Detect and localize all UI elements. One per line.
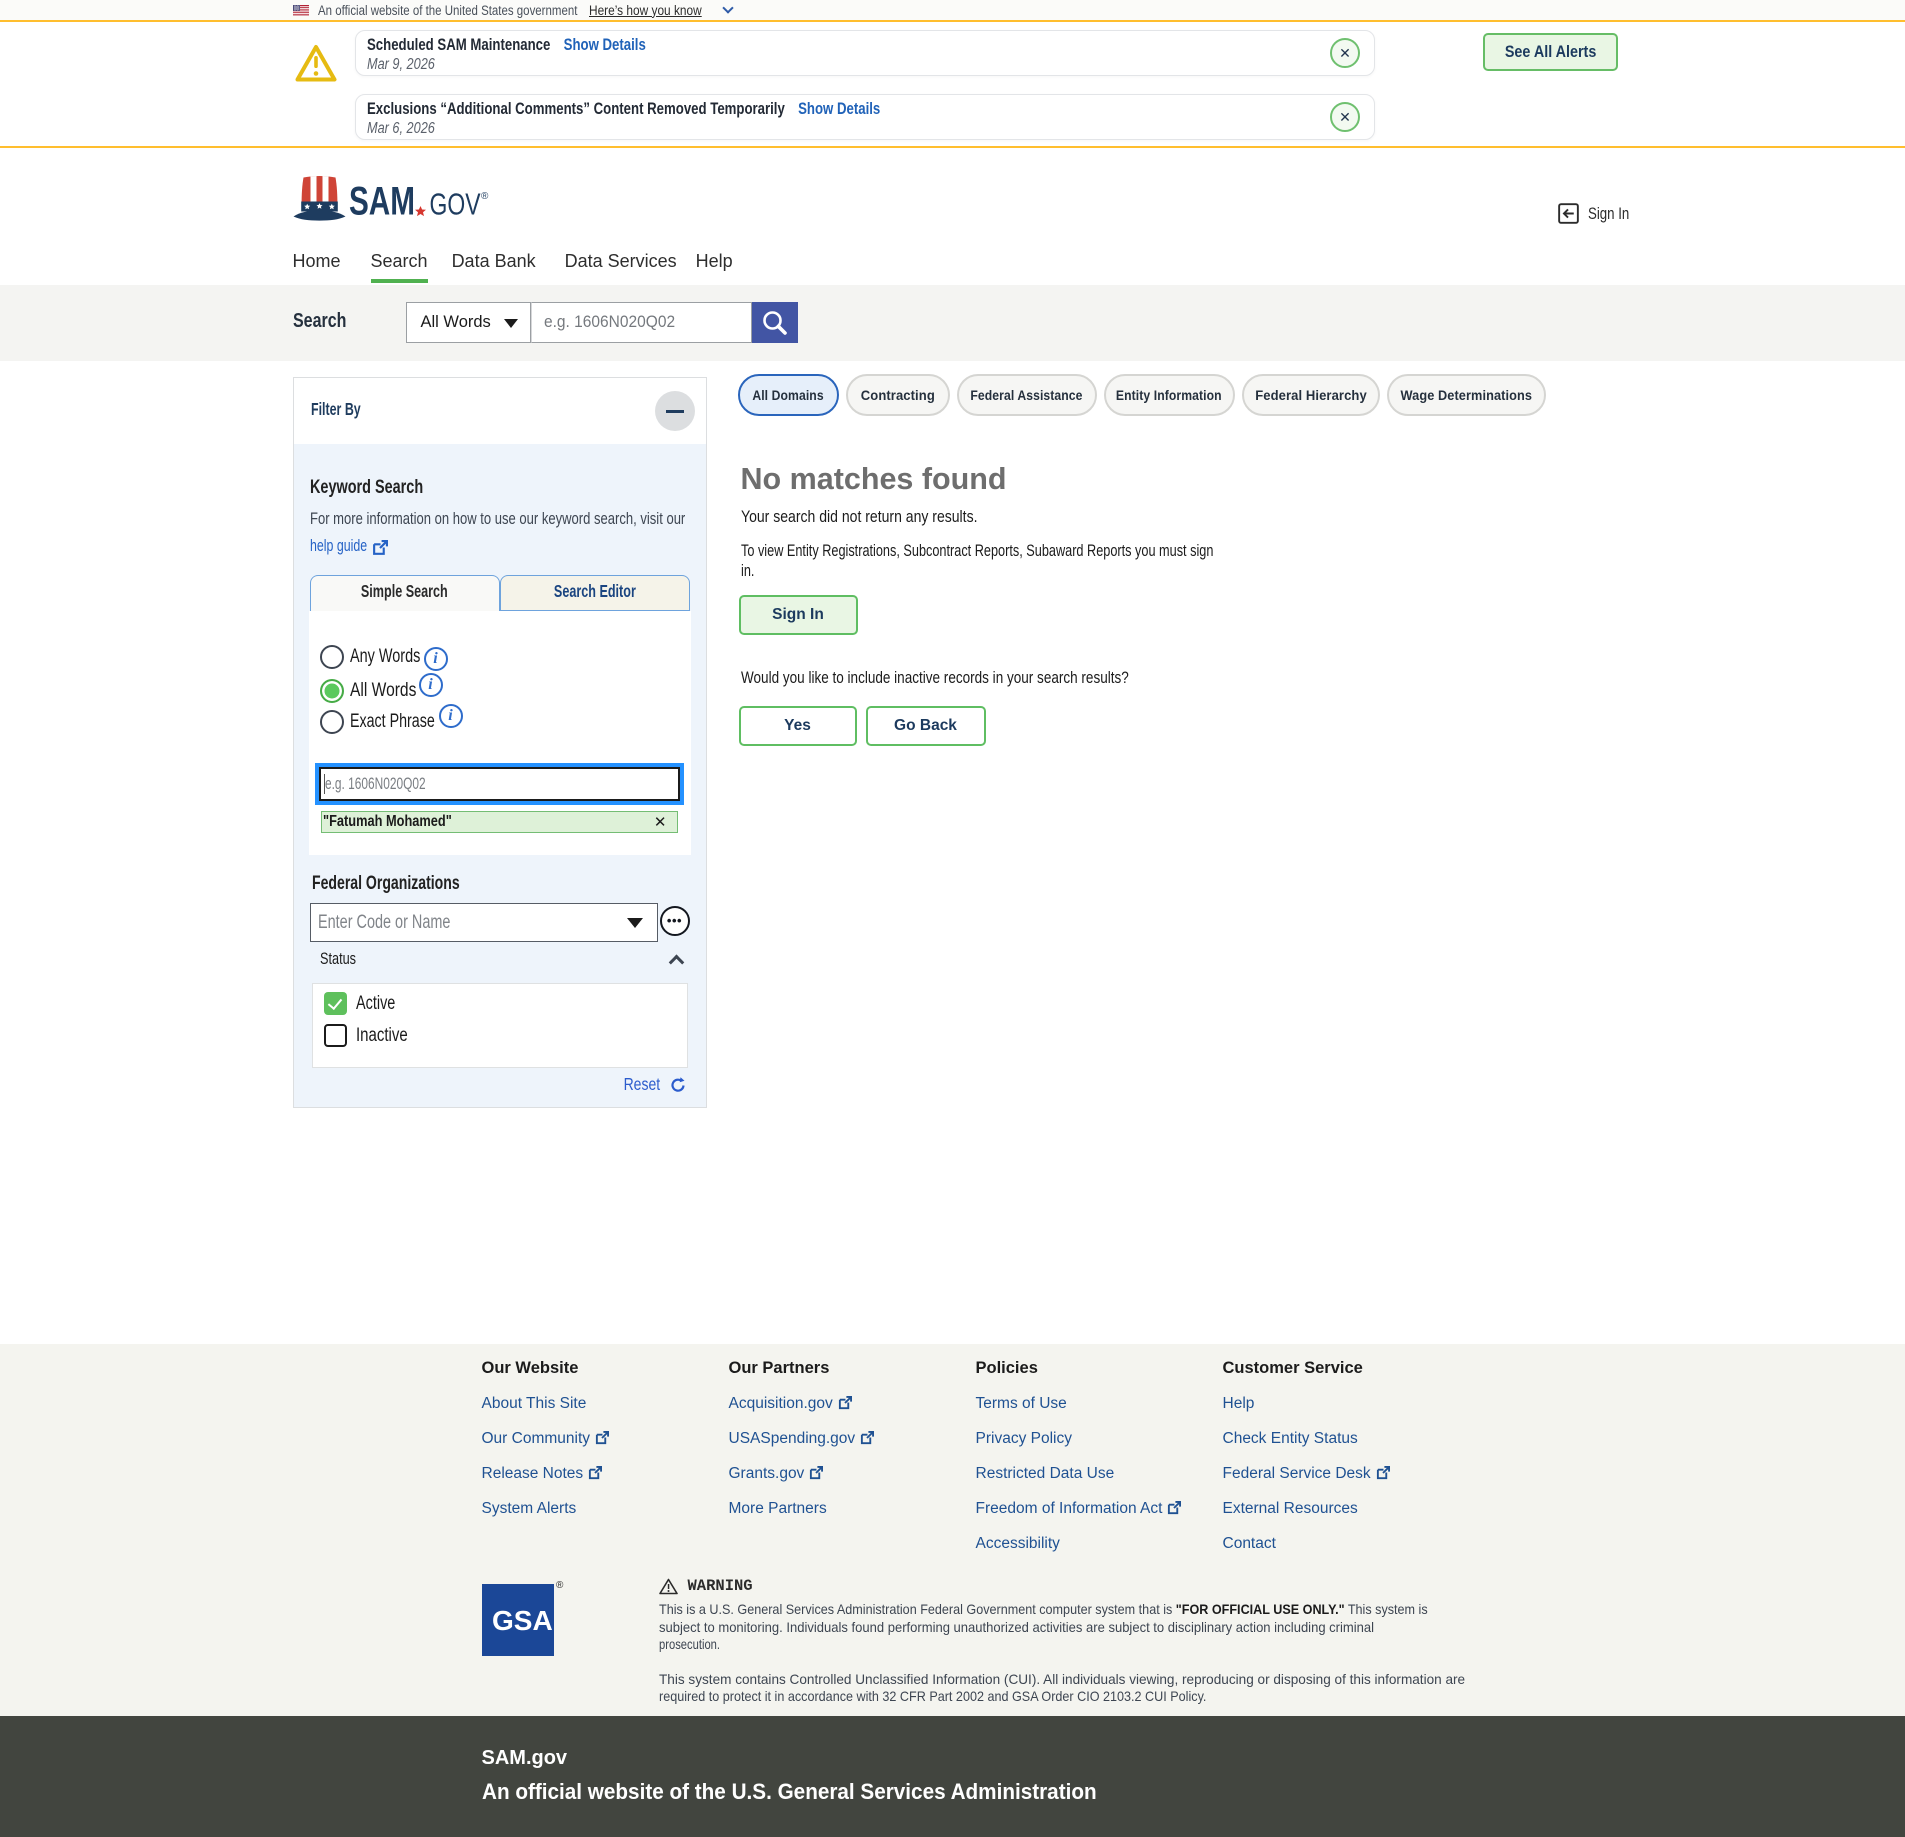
svg-text:SAM: SAM	[349, 180, 415, 223]
svg-text:®: ®	[481, 191, 489, 202]
svg-text:GSA: GSA	[492, 1605, 553, 1636]
svg-text:®: ®	[556, 1580, 564, 1591]
svg-text:GOV: GOV	[429, 187, 480, 222]
